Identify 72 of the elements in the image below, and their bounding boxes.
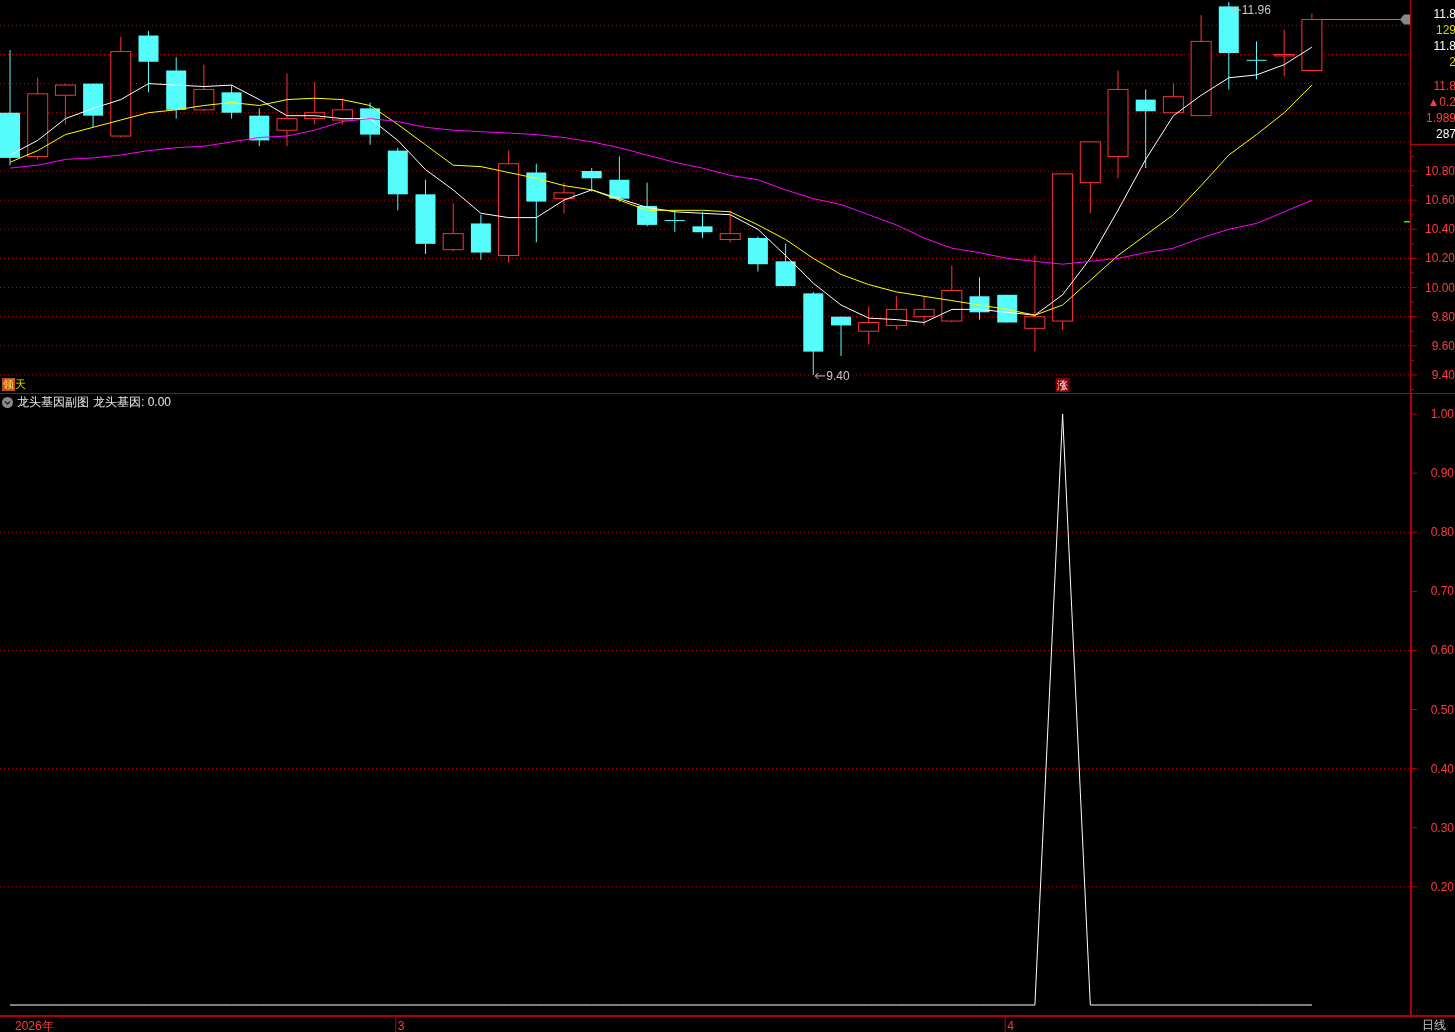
quote-value: 11.8: [1433, 6, 1455, 22]
axis-label: 0.40: [1430, 761, 1454, 776]
candlestick: [387, 147, 408, 211]
candlestick: [1273, 29, 1295, 77]
candlestick: [331, 97, 353, 125]
signal-badge: 领: [2, 378, 15, 391]
axis-label: 10.60: [1424, 193, 1455, 208]
candlestick: [581, 167, 602, 192]
candlestick: [138, 30, 159, 93]
candlestick: [1162, 83, 1184, 114]
quote-value: ▲0.2: [1427, 94, 1455, 110]
date-label: 3: [397, 1019, 405, 1032]
candlestick: [553, 182, 575, 214]
arrow-icon: [814, 372, 826, 380]
period-tab[interactable]: 日线: [1422, 1016, 1446, 1032]
candlestick: [360, 102, 381, 146]
candlestick: [193, 64, 215, 112]
candlestick: [831, 316, 851, 357]
collapse-icon[interactable]: [2, 397, 13, 408]
signal-text: 天: [15, 378, 26, 391]
indicator-value: 龙头基因: 0.00: [93, 395, 172, 410]
axis-label: 10.00: [1424, 280, 1455, 295]
arrow-icon: [1230, 6, 1242, 14]
quote-value: 11.8: [1433, 78, 1455, 94]
axis-label: 0.90: [1430, 466, 1454, 481]
candlestick: [775, 243, 796, 287]
date-label: 4: [1007, 1019, 1014, 1032]
indicator-title: 龙头基因副图: [17, 395, 89, 410]
candlestick: [913, 295, 935, 326]
candlestick: [664, 209, 686, 233]
candlestick: [747, 236, 768, 272]
candlestick: [637, 182, 658, 227]
candlestick: [1301, 13, 1323, 71]
date-label: 2026年: [15, 1019, 54, 1032]
candlestick: [969, 276, 990, 321]
candlestick: [470, 214, 491, 261]
quote-value: 11.8: [1433, 38, 1455, 54]
candlestick: [442, 202, 464, 252]
axis-label: 0.70: [1430, 584, 1454, 599]
axis-label: 9.40: [1431, 367, 1455, 382]
quote-value: 287: [1435, 126, 1455, 142]
axis-label: 0.20: [1430, 879, 1454, 894]
candlestick: [692, 211, 713, 239]
axis-label: 0.60: [1430, 643, 1454, 658]
candlestick: [54, 83, 76, 125]
axis-label: 1.00: [1430, 407, 1454, 422]
candlestick: [304, 81, 326, 125]
price-label: 9.40: [826, 368, 850, 383]
candlestick: [221, 84, 242, 120]
candlestick: [83, 83, 104, 128]
price-marker: [1404, 221, 1410, 223]
axis-label: 10.20: [1424, 251, 1455, 266]
candlestick: [609, 155, 630, 203]
candlestick: [719, 209, 741, 243]
candlestick: [166, 56, 187, 120]
axis-label: 9.60: [1431, 338, 1455, 353]
candlestick: [1246, 40, 1267, 80]
candlestick: [858, 306, 880, 345]
candlestick: [941, 265, 963, 323]
quote-value: 129: [1435, 22, 1455, 38]
axis-label: 0.30: [1430, 820, 1454, 835]
price-label: 11.96: [1241, 3, 1271, 18]
axis-label: 0.80: [1430, 525, 1454, 540]
axis-label: 0.50: [1430, 702, 1454, 717]
quote-value: 2: [1449, 54, 1455, 70]
candlestick: [249, 107, 270, 147]
signal-badge: 涨: [1055, 378, 1070, 392]
axis-label: 10.40: [1424, 222, 1455, 237]
quote-value: 1.989: [1425, 110, 1455, 126]
axis-label: 9.80: [1431, 309, 1455, 324]
candlestick: [885, 295, 907, 331]
axis-label: 10.80: [1424, 164, 1455, 178]
